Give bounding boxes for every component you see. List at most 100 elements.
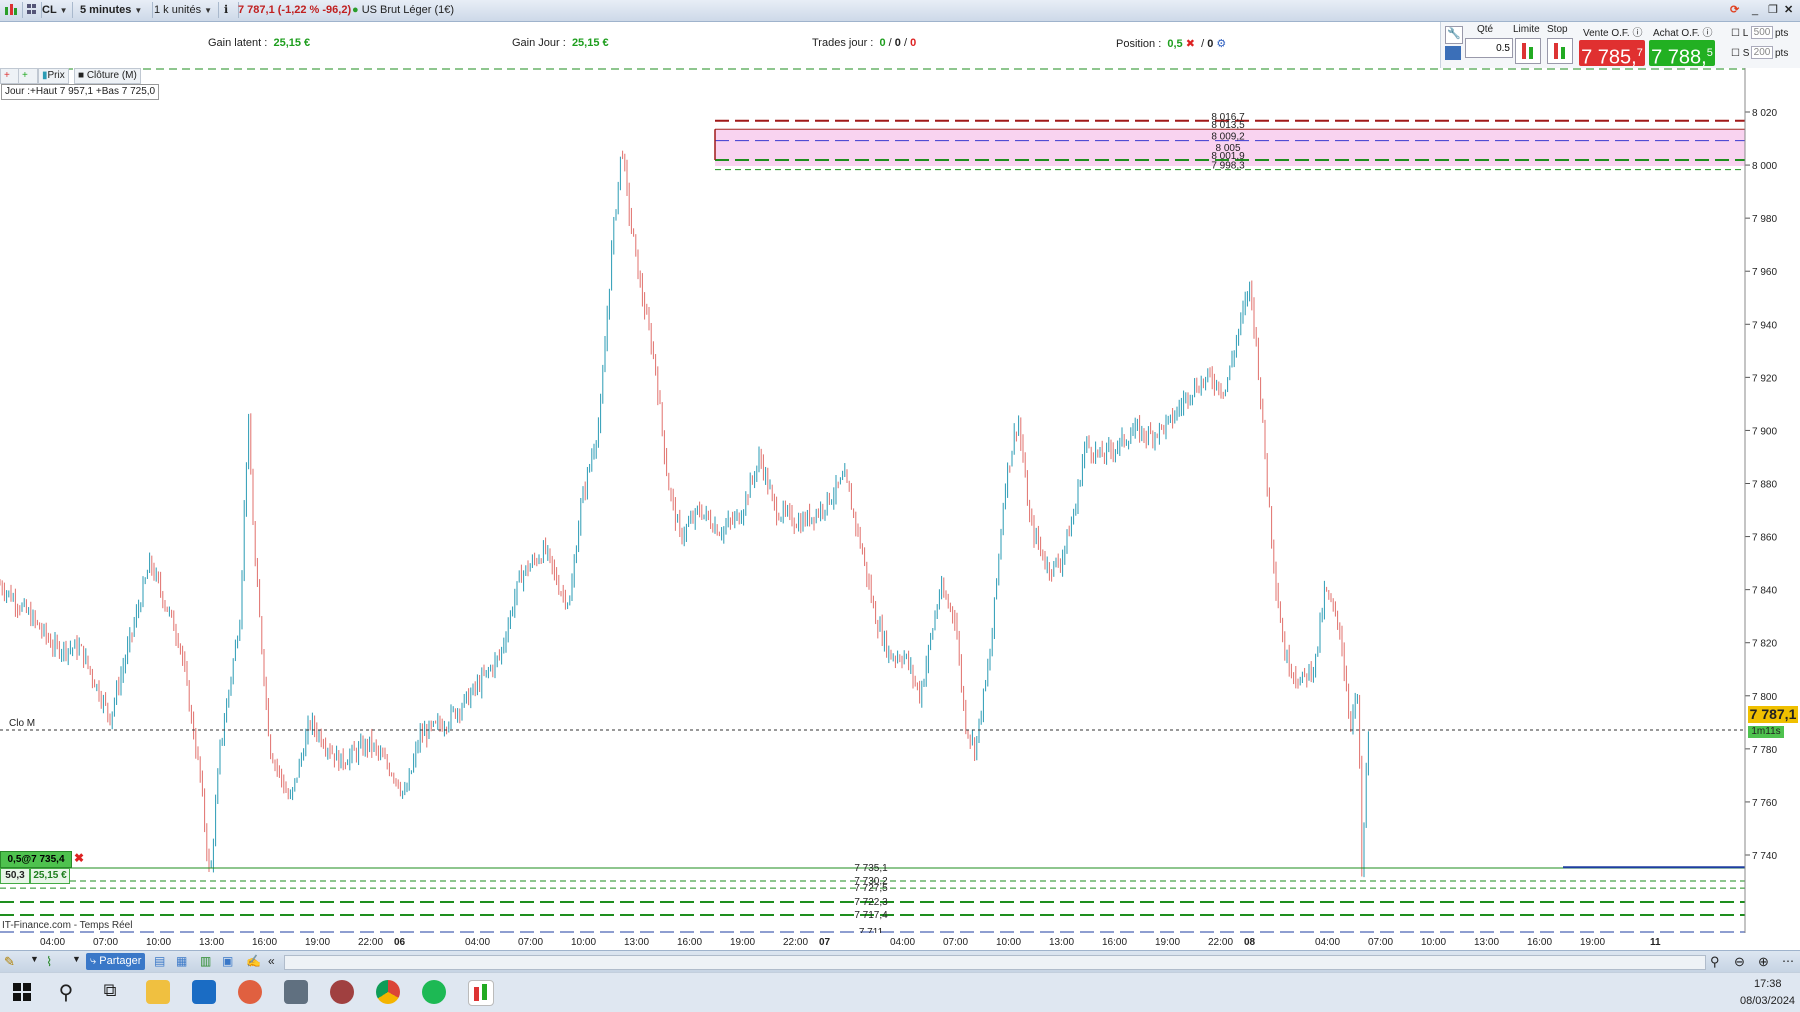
app-icon[interactable] <box>330 980 354 1004</box>
x-tick-label: 19:00 <box>305 937 331 948</box>
symbol-label: CL <box>42 4 57 16</box>
add-overlay-button[interactable]: + <box>18 68 38 84</box>
trades-value-2: 0 <box>894 37 901 49</box>
trades-value-3: 0 <box>910 37 917 49</box>
limit-order-button[interactable] <box>1515 38 1541 64</box>
y-tick-label: 7 800 <box>1752 692 1777 703</box>
windows-start-icon[interactable] <box>10 980 34 1004</box>
comment-icon[interactable]: ▤ <box>154 954 165 968</box>
close-position-icon[interactable]: ✖ <box>1186 38 1195 50</box>
close-line-label: Clo M <box>9 718 36 729</box>
y-tick-label: 7 780 <box>1752 745 1777 756</box>
close-position-icon[interactable]: ✖ <box>74 851 84 865</box>
top-toolbar: CL ▼ 5 minutes ▼ 1 k unités ▼ ℹ 7 787,1 (-1… <box>0 0 1800 22</box>
position-qty: 50,3 <box>0 868 30 884</box>
collapse-icon[interactable]: « <box>268 954 275 968</box>
x-tick-label: 11 <box>1650 937 1661 948</box>
indicator-cloture[interactable]: ■ Clôture (M) <box>74 68 141 84</box>
stop-order-button[interactable] <box>1547 38 1573 64</box>
units-select[interactable]: 1 k unités ▼ <box>150 2 219 18</box>
add-indicator-button[interactable]: + <box>0 68 20 84</box>
buy-label-wrap: Achat O.F. ⓘ <box>1653 24 1712 39</box>
y-tick-label: 7 740 <box>1752 851 1777 862</box>
position-tag[interactable]: 0,5@7 735,4 <box>0 851 72 868</box>
sell-price: 7 785, <box>1581 46 1637 69</box>
zoom-out-icon[interactable]: ⊖ <box>1734 954 1745 970</box>
info-icon[interactable]: ⓘ <box>1632 28 1642 39</box>
calendar-icon[interactable]: ▦ <box>176 954 187 968</box>
clock-date: 08/03/2024 <box>1740 995 1796 1007</box>
x-tick-label: 19:00 <box>1580 937 1606 948</box>
timeframe-select[interactable]: 5 minutes ▼ <box>76 2 153 18</box>
last-price-tag: 7 787,1 <box>1748 706 1798 723</box>
s-pts-input[interactable]: 200 <box>1751 46 1773 59</box>
x-tick-label: 19:00 <box>1155 937 1181 948</box>
position-gain: 25,15 € <box>30 868 70 884</box>
x-tick-label: 16:00 <box>677 937 703 948</box>
chevron-down-icon: ▼ <box>204 6 213 15</box>
l-pts-input[interactable]: 500 <box>1751 26 1773 39</box>
position-label: Position : <box>1116 38 1162 50</box>
stop-label: Stop <box>1547 24 1568 35</box>
chevron-down-icon[interactable]: ▼ <box>30 954 39 964</box>
y-tick-label: 7 920 <box>1752 373 1777 384</box>
x-tick-label: 06 <box>394 937 406 948</box>
file-explorer-icon[interactable] <box>146 980 170 1004</box>
edit-icon[interactable]: ✍ <box>246 954 261 968</box>
settings-icon[interactable]: ⚙ <box>1216 38 1226 50</box>
calculator-icon[interactable] <box>284 980 308 1004</box>
level-label: 7 998,3 <box>1211 161 1245 172</box>
y-tick-label: 7 900 <box>1752 426 1777 437</box>
x-tick-label: 07 <box>819 937 831 948</box>
task-view-icon[interactable]: ⧉ <box>98 980 122 1004</box>
info-icon[interactable]: ⓘ <box>1702 28 1712 39</box>
x-tick-label: 08 <box>1244 937 1256 948</box>
gain-jour: Gain Jour : 25,15 € <box>512 37 609 49</box>
zoom-in-icon[interactable]: ⊕ <box>1758 954 1769 970</box>
zoom-fit-icon[interactable]: ⚲ <box>1710 954 1720 970</box>
quote-change: 7 787,1 (-1,22 % -96,2) <box>238 4 352 16</box>
gain-latent-label: Gain latent : <box>208 37 268 49</box>
gain-jour-value: 25,15 € <box>571 37 609 49</box>
qty-input[interactable] <box>1465 38 1513 58</box>
indicator-prix[interactable]: ▮Prix <box>38 68 69 84</box>
instrument-label: US Brut Léger (1€) <box>361 4 455 16</box>
x-tick-label: 10:00 <box>146 937 172 948</box>
spotify-icon[interactable] <box>422 980 446 1004</box>
s-option[interactable]: ☐ S <box>1731 48 1749 59</box>
prorealtime-icon[interactable] <box>468 980 494 1006</box>
cloture-label: Clôture (M) <box>86 70 137 81</box>
x-tick-label: 04:00 <box>1315 937 1341 948</box>
gain-latent: Gain latent : 25,15 € <box>208 37 310 49</box>
window-icon[interactable]: ▣ <box>222 954 233 968</box>
y-tick-label: 7 840 <box>1752 586 1777 597</box>
chrome-icon[interactable] <box>376 980 400 1004</box>
horizontal-scrollbar[interactable] <box>284 955 1706 970</box>
timeframe-label: 5 minutes <box>80 4 132 16</box>
pencil-icon[interactable]: ✎ <box>4 954 15 970</box>
keyboard-icon[interactable] <box>1445 46 1461 60</box>
status-dot-icon: ● <box>352 4 359 16</box>
close-icon[interactable]: ✕ <box>1780 2 1797 18</box>
share-button[interactable]: ⤷ Partager <box>86 953 146 970</box>
chevron-down-icon[interactable]: ▼ <box>72 954 81 964</box>
search-icon[interactable]: ⚲ <box>54 980 78 1004</box>
firefox-icon[interactable] <box>238 980 262 1004</box>
table-icon[interactable]: ▥ <box>200 954 211 968</box>
x-tick-label: 22:00 <box>783 937 809 948</box>
minimize-icon[interactable]: _ <box>1748 2 1762 18</box>
symbol-select[interactable]: CL ▼ <box>38 2 73 18</box>
buy-button[interactable]: 7 788,5 <box>1649 40 1715 69</box>
settings-icon[interactable]: ⋯ <box>1782 954 1794 968</box>
gain-latent-value: 25,15 € <box>273 37 311 49</box>
x-tick-label: 13:00 <box>1474 937 1500 948</box>
price-chart[interactable]: 8 016,78 013,58 009,28 0058 001,97 998,3… <box>0 68 1800 933</box>
wrench-icon[interactable]: 🔧 <box>1445 26 1463 44</box>
sell-button[interactable]: 7 785,7 <box>1579 40 1645 69</box>
l-option[interactable]: ☐ L <box>1731 28 1748 39</box>
app-logo-icon[interactable] <box>0 2 23 18</box>
buy-price-decimal: 5 <box>1706 47 1713 59</box>
chart-type-icon[interactable]: ⌇ <box>46 954 52 970</box>
refresh-icon[interactable]: ⟳ <box>1726 2 1743 18</box>
mail-icon[interactable] <box>192 980 216 1004</box>
